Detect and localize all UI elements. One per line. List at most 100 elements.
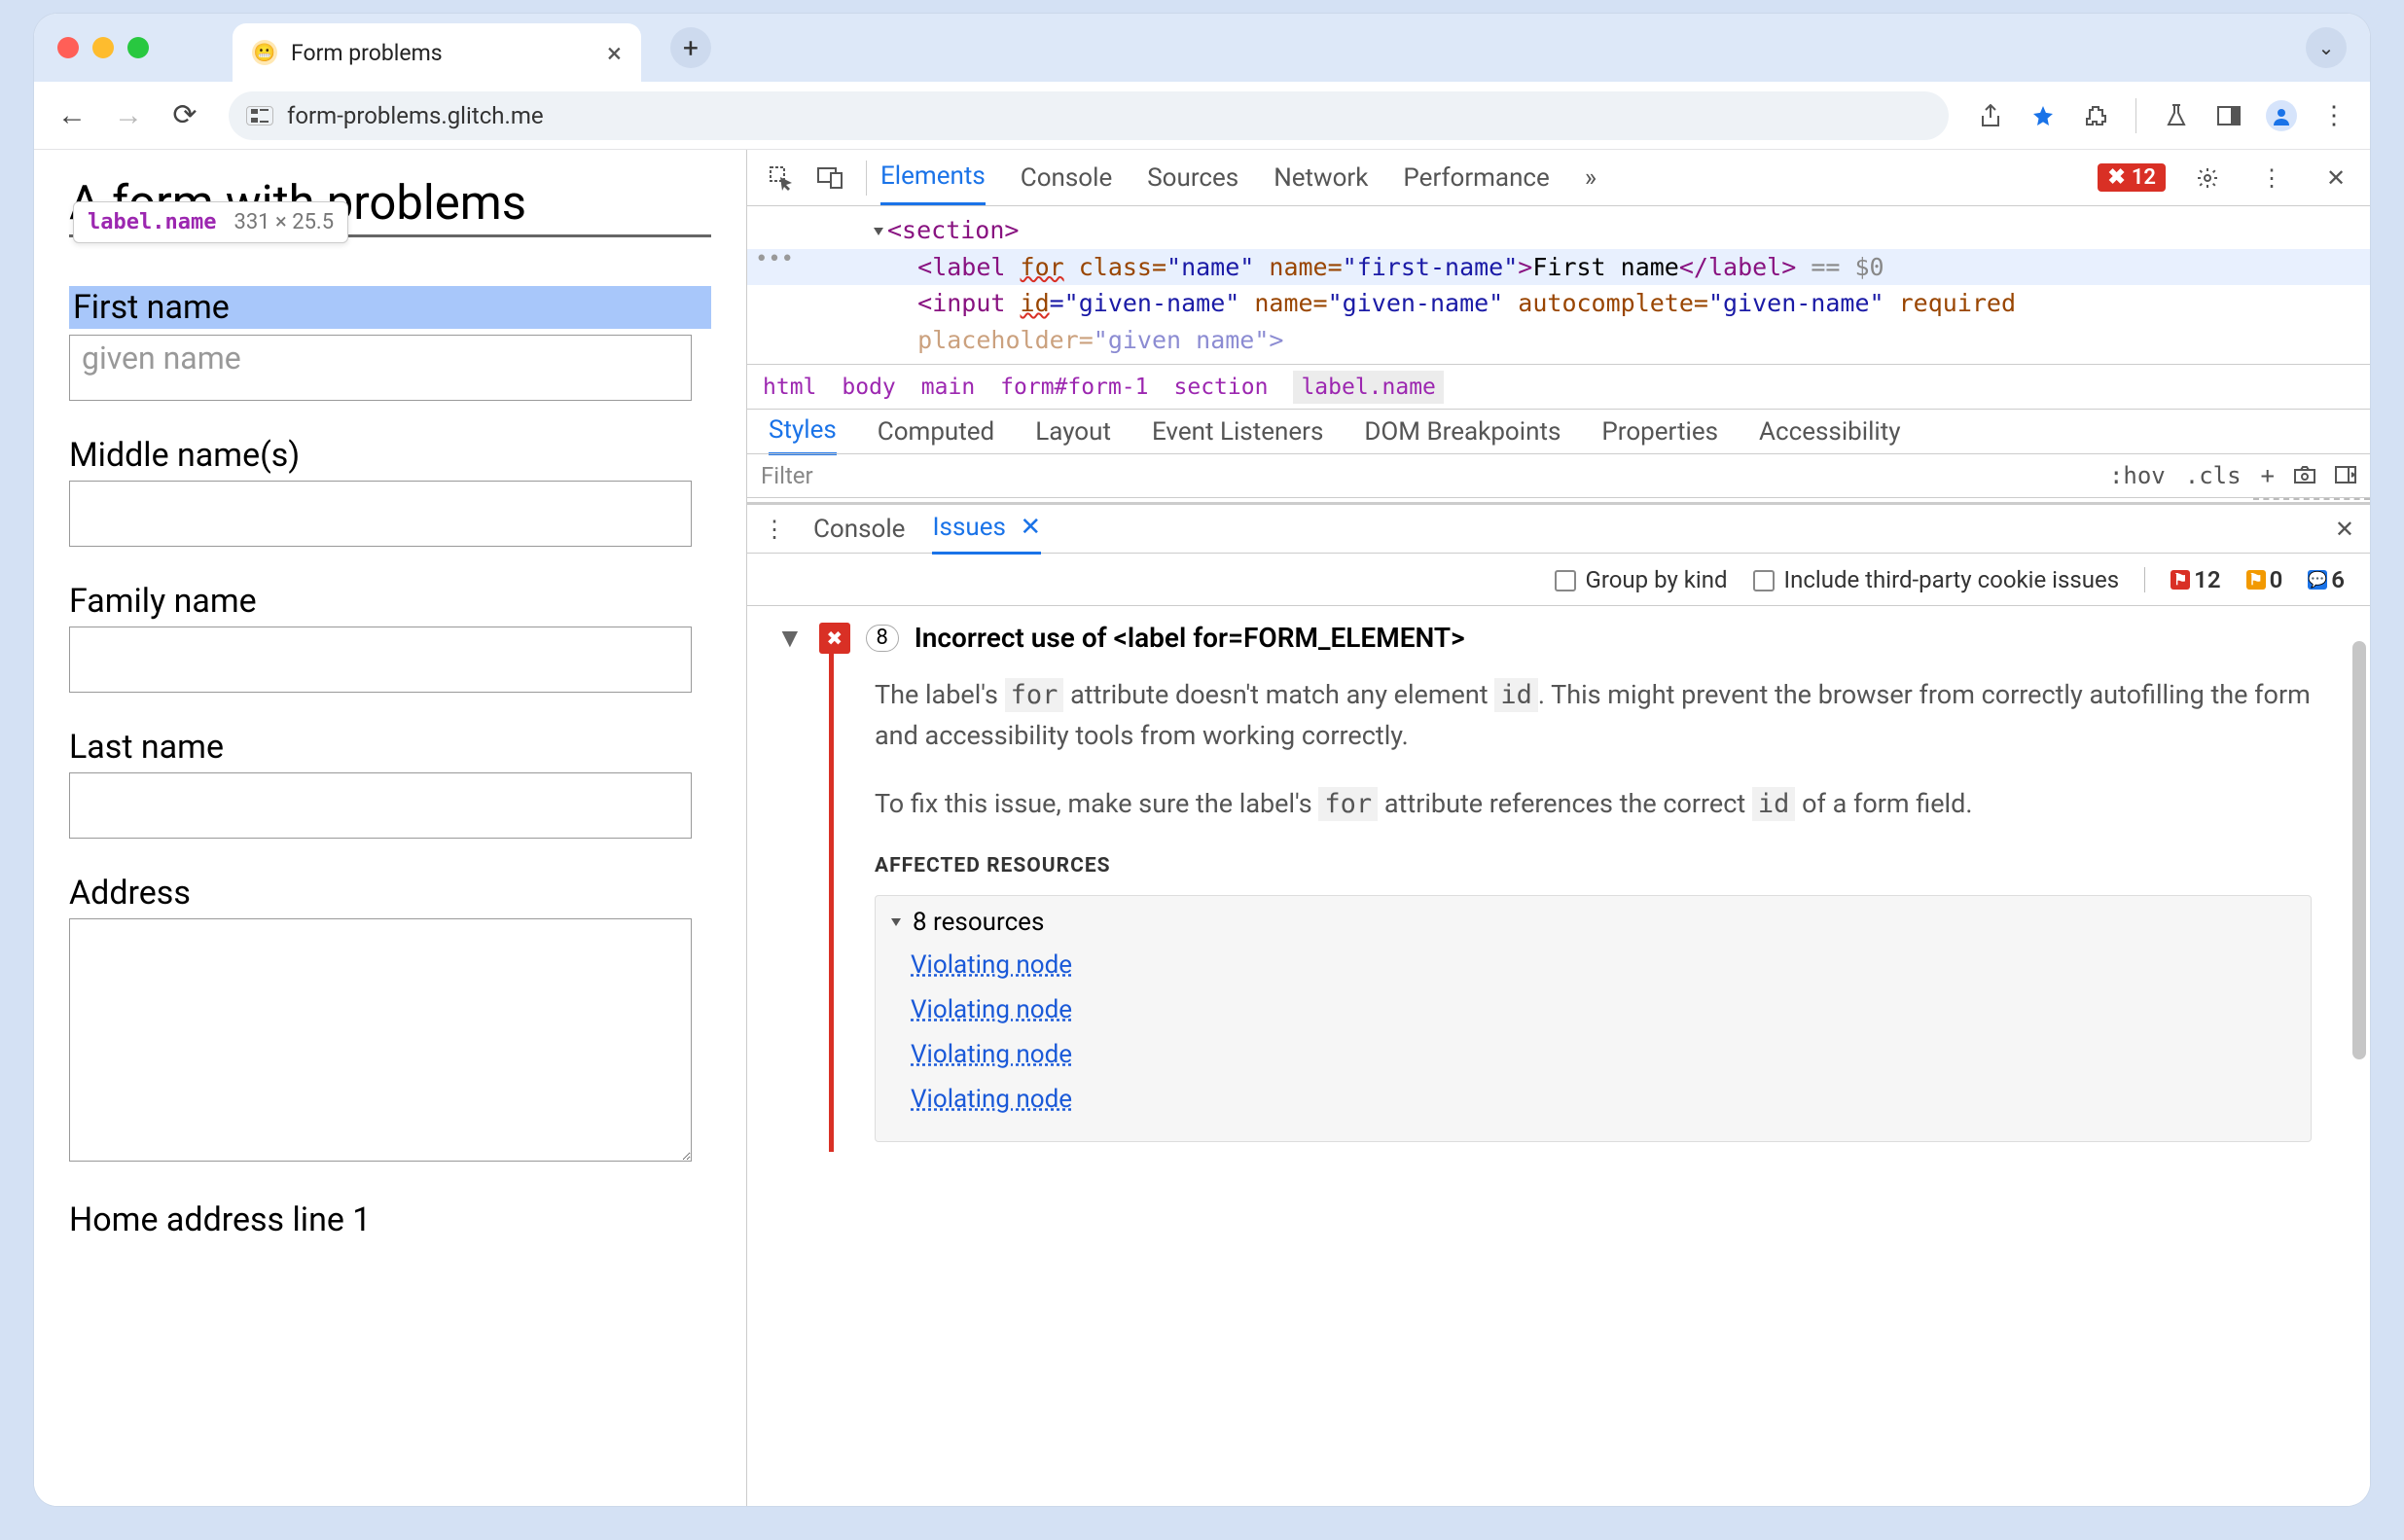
- error-count-badge[interactable]: ✖ 12: [2098, 163, 2166, 192]
- scrollbar-thumb[interactable]: [2352, 641, 2366, 1059]
- cls-button[interactable]: .cls: [2185, 462, 2242, 489]
- bc-form[interactable]: form#form-1: [1000, 375, 1148, 400]
- first-name-input[interactable]: given name: [69, 335, 692, 401]
- side-panel-icon[interactable]: [2207, 93, 2251, 138]
- tab-sources[interactable]: Sources: [1147, 152, 1238, 204]
- violating-node-link[interactable]: Violating node: [911, 995, 1072, 1024]
- labs-icon[interactable]: [2154, 93, 2199, 138]
- violating-node-link[interactable]: Violating node: [911, 950, 1072, 980]
- drawer-tab-console[interactable]: Console: [813, 505, 905, 554]
- drawer-tab-issues[interactable]: Issues ✕: [932, 503, 1041, 555]
- hov-button[interactable]: :hov: [2109, 462, 2166, 489]
- drawer-tab-close-icon[interactable]: ✕: [1020, 513, 1041, 542]
- device-toggle-icon[interactable]: [807, 156, 852, 200]
- checkbox-icon: [1753, 570, 1775, 591]
- tab-elements[interactable]: Elements: [880, 150, 986, 205]
- subtab-styles[interactable]: Styles: [769, 408, 837, 455]
- issues-info-badge[interactable]: 💬6: [2308, 566, 2345, 593]
- third-party-checkbox[interactable]: Include third-party cookie issues: [1753, 566, 2120, 593]
- list-item: Violating node: [911, 1040, 2295, 1069]
- omnibox[interactable]: form-problems.glitch.me: [229, 91, 1949, 140]
- settings-gear-icon[interactable]: [2185, 156, 2230, 200]
- chrome-menu-icon[interactable]: ⋮: [2312, 93, 2356, 138]
- tab-overflow-button[interactable]: ⌄: [2306, 27, 2347, 68]
- rendered-page: A form with problems label.name 331 × 25…: [34, 150, 746, 1506]
- subtab-dom-breakpoints[interactable]: DOM Breakpoints: [1364, 410, 1561, 454]
- styles-subpanel-tabs: Styles Computed Layout Event Listeners D…: [747, 409, 2370, 453]
- devtools-close-icon[interactable]: ✕: [2314, 156, 2358, 200]
- style-panel-icon[interactable]: [2335, 462, 2356, 489]
- minimize-window-button[interactable]: [92, 37, 114, 58]
- badge-count: 0: [2270, 566, 2283, 593]
- drawer-menu-icon[interactable]: ⋮: [763, 516, 786, 543]
- address-textarea[interactable]: [69, 918, 692, 1162]
- extensions-icon[interactable]: [2073, 93, 2118, 138]
- filter-input[interactable]: Filter: [761, 462, 813, 489]
- tab-close-button[interactable]: ×: [607, 37, 622, 69]
- chevron-down-icon[interactable]: ▼: [776, 622, 804, 654]
- dom-row-section[interactable]: <section>: [747, 212, 2370, 249]
- violating-node-link[interactable]: Violating node: [911, 1040, 1072, 1069]
- new-tab-button[interactable]: +: [670, 27, 711, 68]
- last-name-label[interactable]: Last name: [69, 728, 711, 767]
- bc-html[interactable]: html: [763, 375, 816, 400]
- forward-button[interactable]: →: [104, 91, 153, 140]
- back-button[interactable]: ←: [48, 91, 96, 140]
- last-name-input[interactable]: [69, 772, 692, 839]
- new-style-button[interactable]: +: [2261, 462, 2275, 489]
- issues-warn-badge[interactable]: ⚑0: [2246, 566, 2283, 593]
- drawer-close-icon[interactable]: ✕: [2335, 516, 2354, 543]
- group-by-kind-label: Group by kind: [1586, 566, 1728, 593]
- chat-icon: 💬: [2308, 570, 2327, 590]
- style-capture-icon[interactable]: [2294, 462, 2315, 489]
- subtab-layout[interactable]: Layout: [1035, 410, 1111, 454]
- list-item: Violating node: [911, 995, 2295, 1024]
- dom-row-input[interactable]: <input id="given-name" name="given-name"…: [747, 285, 2370, 322]
- traffic-lights: [57, 37, 149, 58]
- first-name-label[interactable]: First name: [69, 286, 711, 329]
- group-by-kind-checkbox[interactable]: Group by kind: [1555, 566, 1728, 593]
- dom-row-label[interactable]: <label for class="name" name="first-name…: [747, 249, 2370, 286]
- bc-label[interactable]: label.name: [1293, 371, 1443, 404]
- bc-section[interactable]: section: [1174, 375, 1269, 400]
- subtab-properties[interactable]: Properties: [1601, 410, 1718, 454]
- inspect-element-icon[interactable]: [759, 156, 804, 200]
- tab-performance[interactable]: Performance: [1403, 152, 1549, 204]
- share-icon[interactable]: [1968, 93, 2013, 138]
- maximize-window-button[interactable]: [127, 37, 149, 58]
- tab-network[interactable]: Network: [1274, 152, 1368, 204]
- code: id: [1752, 787, 1796, 821]
- family-name-label[interactable]: Family name: [69, 582, 711, 621]
- dom-row-input-cont[interactable]: placeholder="given name">: [747, 322, 2370, 359]
- tok: First name: [1532, 253, 1679, 281]
- reload-button[interactable]: ⟳: [161, 91, 209, 140]
- home-address-label[interactable]: Home address line 1: [69, 1200, 711, 1239]
- bc-main[interactable]: main: [921, 375, 975, 400]
- devtools-menu-icon[interactable]: ⋮: [2249, 156, 2294, 200]
- browser-tab[interactable]: 😬 Form problems ×: [233, 23, 641, 82]
- subtab-accessibility[interactable]: Accessibility: [1759, 410, 1901, 454]
- address-label[interactable]: Address: [69, 874, 711, 913]
- subtab-computed[interactable]: Computed: [878, 410, 994, 454]
- resources-summary[interactable]: 8 resources: [891, 908, 2295, 937]
- dom-gutter-dots[interactable]: •••: [747, 243, 802, 275]
- tab-console[interactable]: Console: [1021, 152, 1112, 204]
- tab-more[interactable]: »: [1585, 152, 1597, 204]
- issue-title: Incorrect use of <label for=FORM_ELEMENT…: [915, 622, 1465, 654]
- middle-name-input[interactable]: [69, 481, 692, 547]
- expand-arrow-icon[interactable]: [874, 228, 883, 235]
- issue-header[interactable]: ▼ ✖ 8 Incorrect use of <label for=FORM_E…: [776, 622, 2341, 654]
- issues-error-badge[interactable]: ⚑12: [2171, 566, 2220, 593]
- issues-body: ▼ ✖ 8 Incorrect use of <label for=FORM_E…: [747, 606, 2370, 1506]
- tok: <label: [917, 253, 1020, 281]
- close-window-button[interactable]: [57, 37, 79, 58]
- subtab-event-listeners[interactable]: Event Listeners: [1152, 410, 1323, 454]
- bc-body[interactable]: body: [842, 375, 895, 400]
- family-name-input[interactable]: [69, 627, 692, 693]
- profile-avatar[interactable]: [2259, 93, 2304, 138]
- site-settings-icon[interactable]: [246, 106, 273, 125]
- dom-tree[interactable]: ••• <section> <label for class="name" na…: [747, 206, 2370, 364]
- violating-node-link[interactable]: Violating node: [911, 1085, 1072, 1114]
- middle-name-label[interactable]: Middle name(s): [69, 436, 711, 475]
- bookmark-star-icon[interactable]: [2021, 93, 2065, 138]
